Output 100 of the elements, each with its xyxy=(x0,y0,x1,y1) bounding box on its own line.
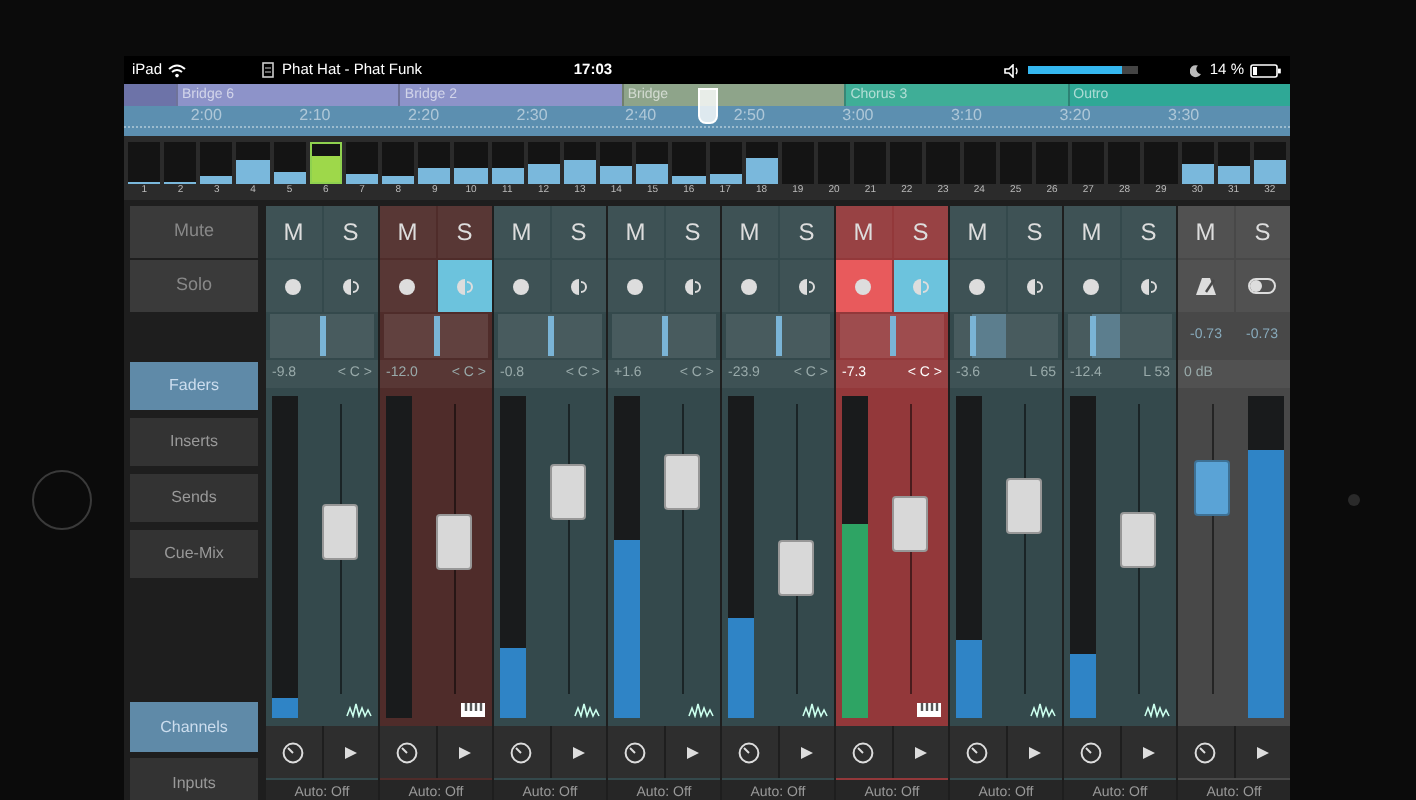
solo-button[interactable]: S xyxy=(551,206,606,258)
mute-button[interactable]: M xyxy=(380,206,435,258)
fader-handle[interactable] xyxy=(549,464,585,521)
channel-meter[interactable] xyxy=(236,142,270,184)
fader-handle[interactable] xyxy=(777,539,813,596)
play-button[interactable] xyxy=(893,726,948,778)
solo-button[interactable]: S xyxy=(1235,206,1290,258)
toggle-button[interactable] xyxy=(1235,260,1290,312)
solo-button[interactable]: S xyxy=(665,206,720,258)
channel-meter[interactable] xyxy=(600,142,633,184)
knob-button[interactable] xyxy=(836,726,891,778)
knob-button[interactable] xyxy=(608,726,663,778)
play-button[interactable] xyxy=(551,726,606,778)
channel-meter[interactable] xyxy=(1181,142,1214,184)
fader-handle[interactable] xyxy=(1005,478,1041,535)
channel-meter[interactable] xyxy=(745,142,778,184)
monitor-button[interactable] xyxy=(1121,260,1176,312)
monitor-button[interactable] xyxy=(551,260,606,312)
channel-meter[interactable] xyxy=(1217,142,1250,184)
solo-button[interactable]: S xyxy=(437,206,492,258)
channel-meter[interactable] xyxy=(636,142,669,184)
channel-meter[interactable] xyxy=(1253,142,1286,184)
pan-slider[interactable] xyxy=(612,314,716,358)
metronome-button[interactable] xyxy=(1178,260,1233,312)
mode-tab[interactable]: Inserts xyxy=(130,418,258,466)
channel-meter[interactable] xyxy=(309,142,342,184)
fader-handle[interactable] xyxy=(1119,511,1155,568)
channel-meter[interactable] xyxy=(382,142,415,184)
mute-button[interactable]: M xyxy=(608,206,663,258)
pan-slider[interactable] xyxy=(498,314,602,358)
channel-meter[interactable] xyxy=(563,142,597,184)
solo-button[interactable]: S xyxy=(893,206,948,258)
fader-handle[interactable] xyxy=(435,514,471,570)
channel-meter[interactable] xyxy=(672,142,705,184)
solo-button[interactable]: S xyxy=(1007,206,1062,258)
mute-button[interactable]: M xyxy=(494,206,549,258)
mute-button[interactable]: M xyxy=(1064,206,1119,258)
solo-button[interactable]: S xyxy=(779,206,834,258)
pan-slider[interactable] xyxy=(954,314,1058,358)
play-button[interactable] xyxy=(1121,726,1176,778)
monitor-button[interactable] xyxy=(323,260,378,312)
playhead-marker[interactable] xyxy=(697,88,717,124)
mute-button[interactable]: M xyxy=(950,206,1005,258)
play-button[interactable] xyxy=(1235,726,1290,778)
knob-icon xyxy=(1080,741,1103,763)
play-button[interactable] xyxy=(665,726,720,778)
play-button[interactable] xyxy=(1007,726,1062,778)
knob-button[interactable] xyxy=(266,726,321,778)
fader-handle[interactable] xyxy=(891,495,927,552)
pan-slider[interactable] xyxy=(384,314,488,358)
channel-meter[interactable] xyxy=(709,142,742,184)
record-button[interactable] xyxy=(722,260,777,312)
view-tab[interactable]: Inputs xyxy=(130,758,258,800)
knob-button[interactable] xyxy=(1178,726,1233,778)
ruler-time: 3:30 xyxy=(1166,106,1202,126)
channel-meter[interactable] xyxy=(273,142,306,184)
channel-meter[interactable] xyxy=(164,142,197,184)
channel-meter[interactable] xyxy=(491,142,524,184)
play-button[interactable] xyxy=(437,726,492,778)
knob-button[interactable] xyxy=(1064,726,1119,778)
record-button[interactable] xyxy=(380,260,435,312)
record-button[interactable] xyxy=(266,260,321,312)
pan-slider[interactable] xyxy=(840,314,944,358)
channel-meter[interactable] xyxy=(345,142,379,184)
mute-button[interactable]: M xyxy=(722,206,777,258)
knob-button[interactable] xyxy=(950,726,1005,778)
play-button[interactable] xyxy=(323,726,378,778)
monitor-button[interactable] xyxy=(779,260,834,312)
channel-meter[interactable] xyxy=(128,142,161,184)
fader-handle[interactable] xyxy=(321,504,357,561)
knob-button[interactable] xyxy=(722,726,777,778)
solo-button[interactable]: S xyxy=(1121,206,1176,258)
play-icon xyxy=(799,745,814,759)
knob-button[interactable] xyxy=(494,726,549,778)
knob-button[interactable] xyxy=(380,726,435,778)
pan-slider[interactable] xyxy=(270,314,374,358)
mute-button[interactable]: M xyxy=(1178,206,1233,258)
record-button[interactable] xyxy=(950,260,1005,312)
monitor-button[interactable] xyxy=(665,260,720,312)
channel-meter[interactable] xyxy=(527,142,560,184)
channel-meter[interactable] xyxy=(200,142,233,184)
mute-button[interactable]: M xyxy=(836,206,891,258)
pan-slider[interactable] xyxy=(1068,314,1172,358)
record-button[interactable] xyxy=(494,260,549,312)
channel-meter[interactable] xyxy=(454,142,488,184)
fader-handle[interactable] xyxy=(1194,460,1230,517)
mute-button[interactable]: M xyxy=(266,206,321,258)
record-icon xyxy=(284,277,303,295)
play-button[interactable] xyxy=(779,726,834,778)
fader-handle[interactable] xyxy=(663,453,699,510)
channel-meter[interactable] xyxy=(418,142,451,184)
mode-tab[interactable]: Cue-Mix xyxy=(130,530,258,578)
pan-slider[interactable] xyxy=(726,314,830,358)
volume-slider[interactable] xyxy=(1027,66,1138,74)
record-button[interactable] xyxy=(1064,260,1119,312)
mode-tab[interactable]: Sends xyxy=(130,474,258,522)
monitor-button[interactable] xyxy=(1007,260,1062,312)
document-icon xyxy=(262,62,275,78)
record-button[interactable] xyxy=(608,260,663,312)
solo-button[interactable]: S xyxy=(323,206,378,258)
